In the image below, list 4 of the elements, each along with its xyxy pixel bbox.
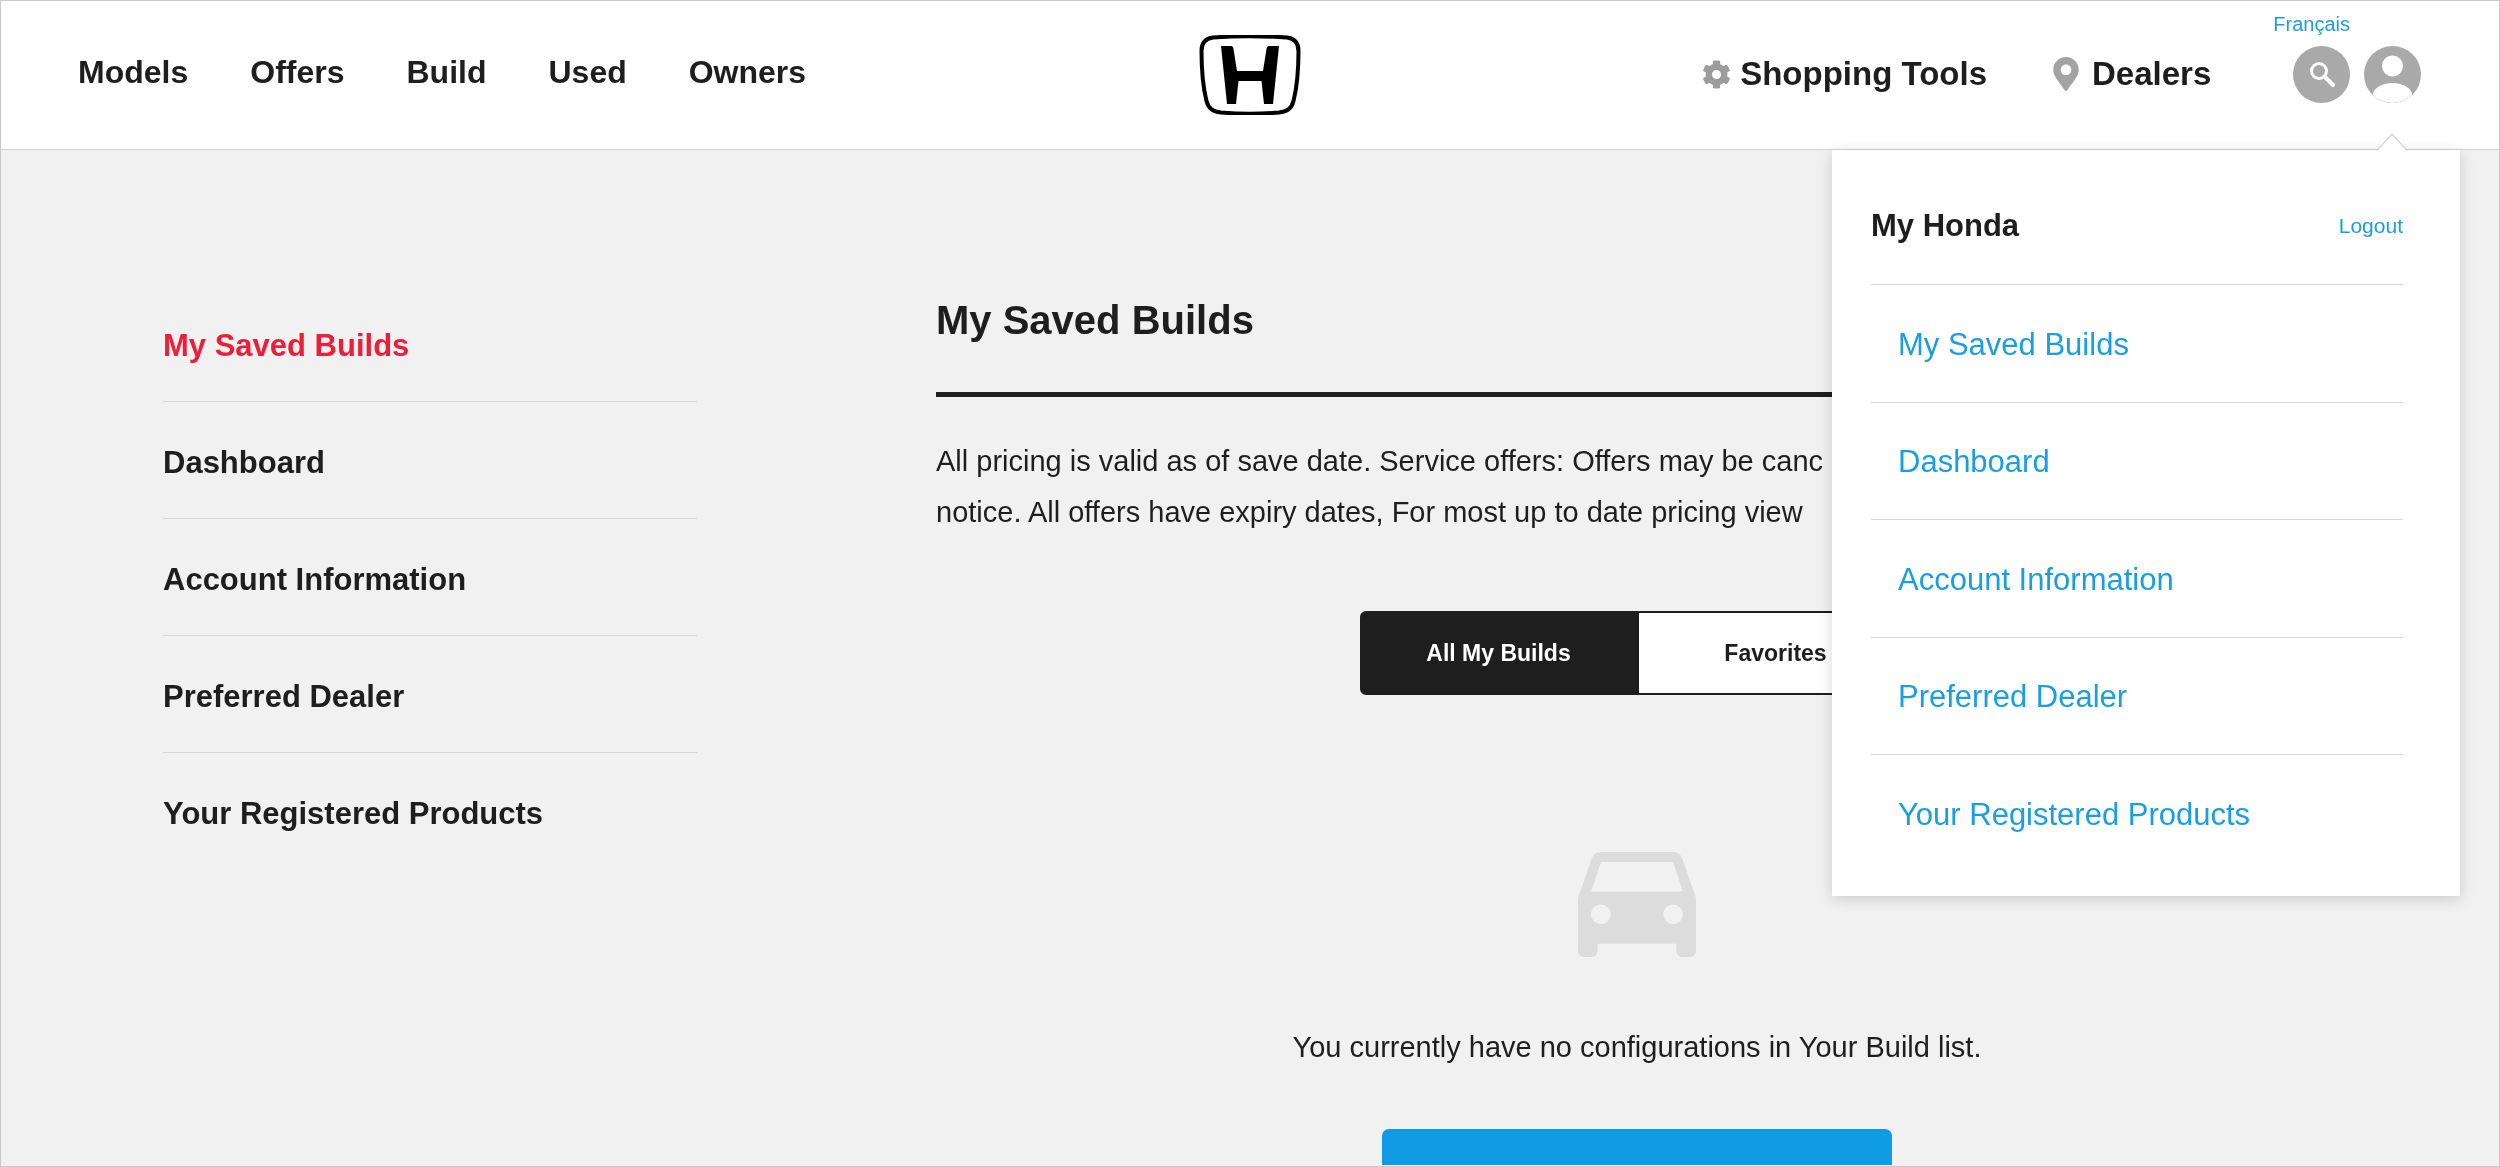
menu-title: My Honda	[1871, 208, 2020, 244]
pricing-notice: All pricing is valid as of save date. Service offers: Offers may be canc notice. All offers have expiry dates, For most up to date pricing view	[936, 444, 1824, 530]
page-title: My Saved Builds	[936, 297, 1254, 344]
empty-message: You currently have no configurations in Your Build list.	[1292, 1030, 1982, 1065]
